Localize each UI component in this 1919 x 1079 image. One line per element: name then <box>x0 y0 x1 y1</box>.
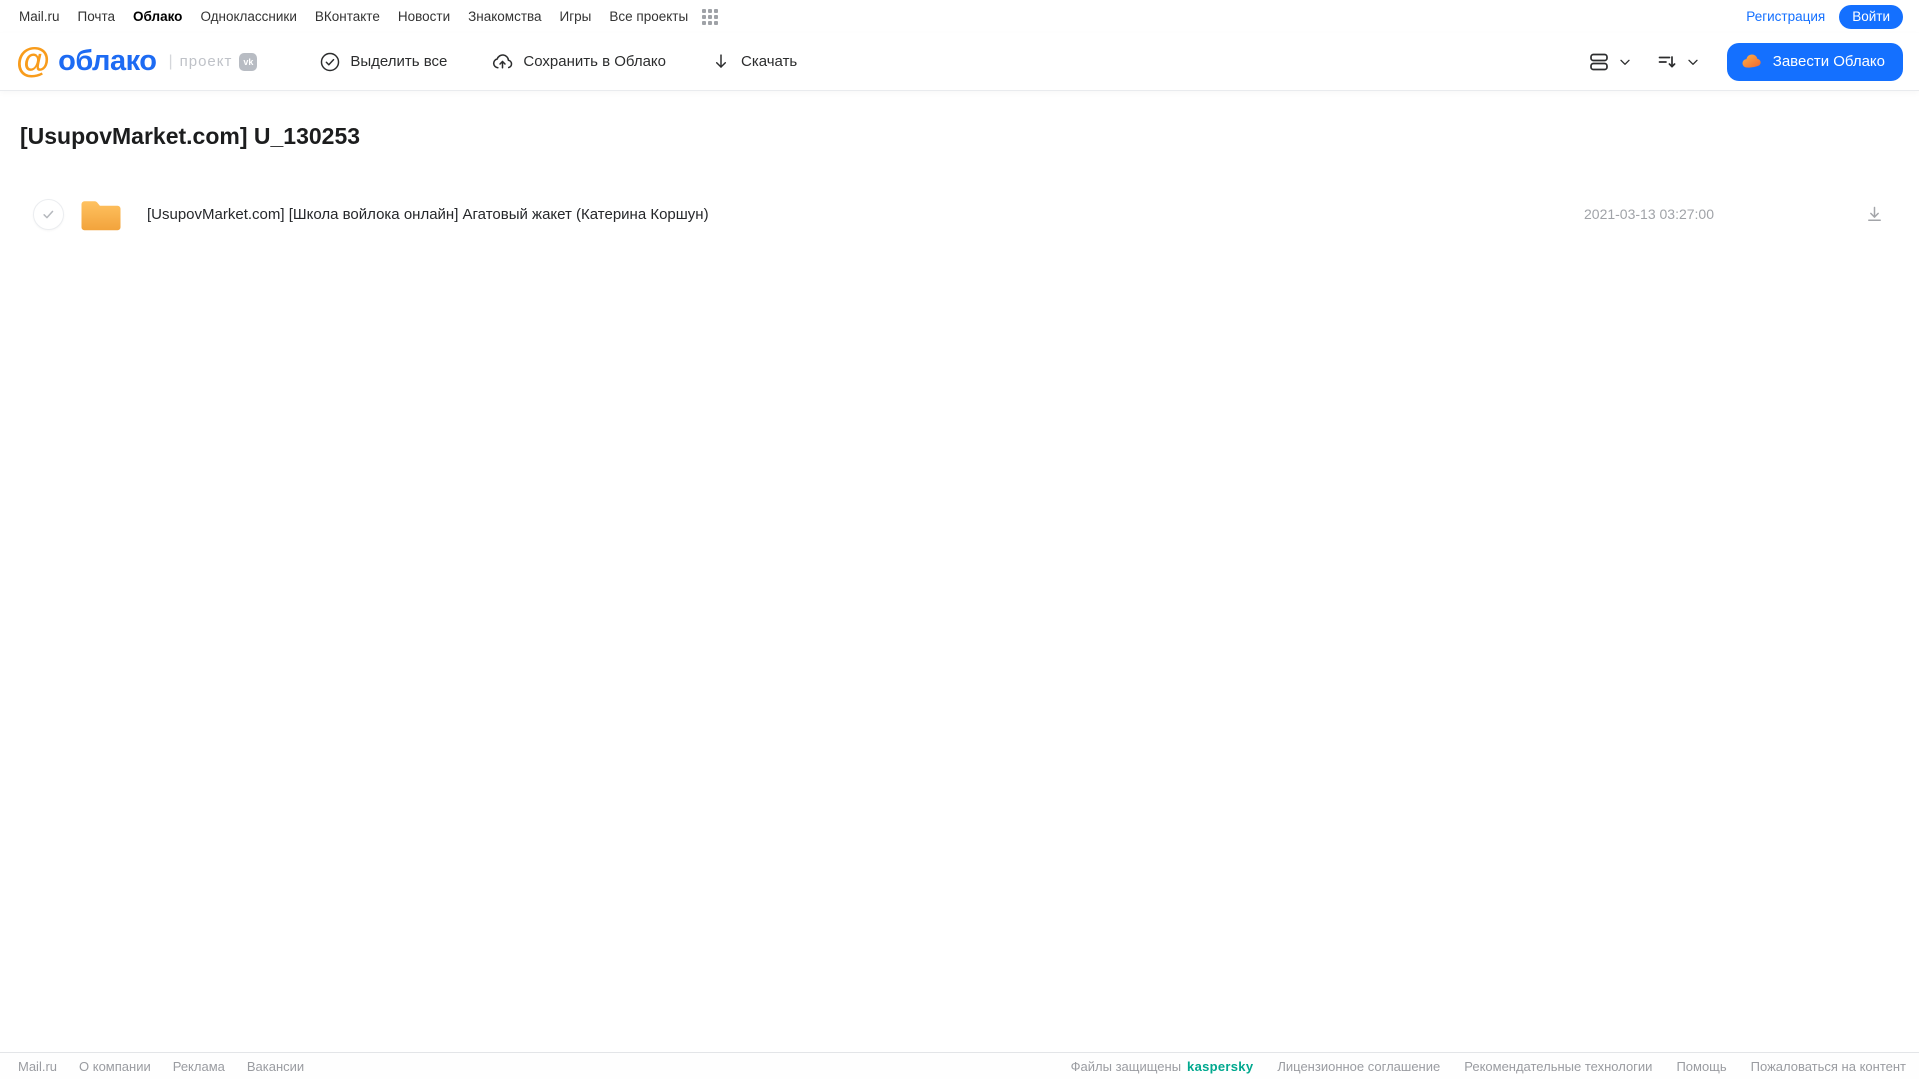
row-download-icon[interactable] <box>1864 204 1885 225</box>
footer-link-mailru[interactable]: Mail.ru <box>18 1059 57 1074</box>
file-row[interactable]: [UsupovMarket.com] [Школа войлока онлайн… <box>0 190 1919 238</box>
download-label: Скачать <box>741 53 798 70</box>
mailru-at-icon: @ <box>16 40 51 80</box>
footer-link-report-content[interactable]: Пожаловаться на контент <box>1751 1059 1906 1074</box>
top-nav-bar: Mail.ru Почта Облако Одноклассники ВКонт… <box>0 0 1919 33</box>
cloud-mailru-page: Mail.ru Почта Облако Одноклассники ВКонт… <box>0 0 1919 1079</box>
login-button[interactable]: Войти <box>1839 4 1903 29</box>
sort-icon <box>1655 50 1679 74</box>
nav-link-dating[interactable]: Знакомства <box>468 9 541 24</box>
footer-link-license[interactable]: Лицензионное соглашение <box>1277 1059 1440 1074</box>
nav-link-odnoklassniki[interactable]: Одноклассники <box>200 9 296 24</box>
select-all-button[interactable]: Выделить все <box>319 51 447 73</box>
get-cloud-label: Завести Облако <box>1772 53 1885 70</box>
cloud-logo-word: облако <box>58 45 157 77</box>
page-title: [UsupovMarket.com] U_130253 <box>20 123 361 149</box>
registration-link[interactable]: Регистрация <box>1746 9 1825 24</box>
list-view-icon <box>1587 50 1611 74</box>
nav-link-news[interactable]: Новости <box>398 9 450 24</box>
cloud-orange-icon <box>1740 50 1764 74</box>
footer-link-about[interactable]: О компании <box>79 1059 151 1074</box>
kaspersky-protected: Файлы защищены kaspersky <box>1071 1059 1254 1074</box>
top-nav-links: Mail.ru Почта Облако Одноклассники ВКонт… <box>19 8 719 25</box>
apps-grid-icon[interactable] <box>702 8 719 25</box>
file-list-area: [UsupovMarket.com] U_130253 [UsupovMarke… <box>0 91 1919 1052</box>
cloud-logo[interactable]: @ облако <box>16 40 157 80</box>
file-name-link[interactable]: [UsupovMarket.com] [Школа войлока онлайн… <box>147 206 709 223</box>
footer-link-jobs[interactable]: Вакансии <box>247 1059 304 1074</box>
file-date: 2021-03-13 03:27:00 <box>1584 206 1714 222</box>
nav-link-mail[interactable]: Почта <box>78 9 116 24</box>
chevron-down-icon <box>1617 54 1633 70</box>
view-mode-control[interactable] <box>1587 50 1633 74</box>
footer-right-links: Файлы защищены kaspersky Лицензионное со… <box>1071 1059 1906 1074</box>
kaspersky-logo[interactable]: kaspersky <box>1187 1059 1253 1074</box>
header-bar: @ облако | проект vk Выделить все Сохран… <box>0 33 1919 91</box>
top-nav-auth: Регистрация Войти <box>1746 4 1903 29</box>
select-all-label: Выделить все <box>350 53 448 70</box>
cloud-upload-icon <box>491 50 514 73</box>
circle-check-icon <box>319 51 341 73</box>
footer-link-help[interactable]: Помощь <box>1676 1059 1726 1074</box>
footer-left-links: Mail.ru О компании Реклама Вакансии <box>18 1059 304 1074</box>
download-button[interactable]: Скачать <box>710 51 797 73</box>
nav-link-games[interactable]: Игры <box>560 9 592 24</box>
project-vk-label: | проект vk <box>168 52 258 71</box>
project-label: проект <box>179 53 233 70</box>
nav-link-all-projects[interactable]: Все проекты <box>609 9 688 24</box>
sort-control[interactable] <box>1655 50 1701 74</box>
nav-link-mailru[interactable]: Mail.ru <box>19 9 60 24</box>
footer-link-ads[interactable]: Реклама <box>173 1059 225 1074</box>
get-cloud-button[interactable]: Завести Облако <box>1726 42 1903 81</box>
file-toolbar: Выделить все Сохранить в Облако Скачать <box>319 50 797 73</box>
vk-logo-icon: vk <box>239 52 258 71</box>
download-arrow-icon <box>710 51 732 73</box>
files-protected-label: Файлы защищены <box>1070 1058 1182 1074</box>
save-to-cloud-button[interactable]: Сохранить в Облако <box>491 50 666 73</box>
nav-link-vkontakte[interactable]: ВКонтакте <box>315 9 380 24</box>
footer-link-recommendation-tech[interactable]: Рекомендательные технологии <box>1464 1059 1652 1074</box>
save-to-cloud-label: Сохранить в Облако <box>523 53 666 70</box>
chevron-down-icon <box>1685 54 1701 70</box>
folder-icon <box>79 196 125 233</box>
header-right-controls: Завести Облако <box>1587 42 1903 81</box>
row-checkbox[interactable] <box>33 198 64 230</box>
nav-link-cloud-active[interactable]: Облако <box>133 9 182 24</box>
project-divider: | <box>168 52 173 70</box>
footer-bar: Mail.ru О компании Реклама Вакансии Файл… <box>0 1052 1919 1079</box>
